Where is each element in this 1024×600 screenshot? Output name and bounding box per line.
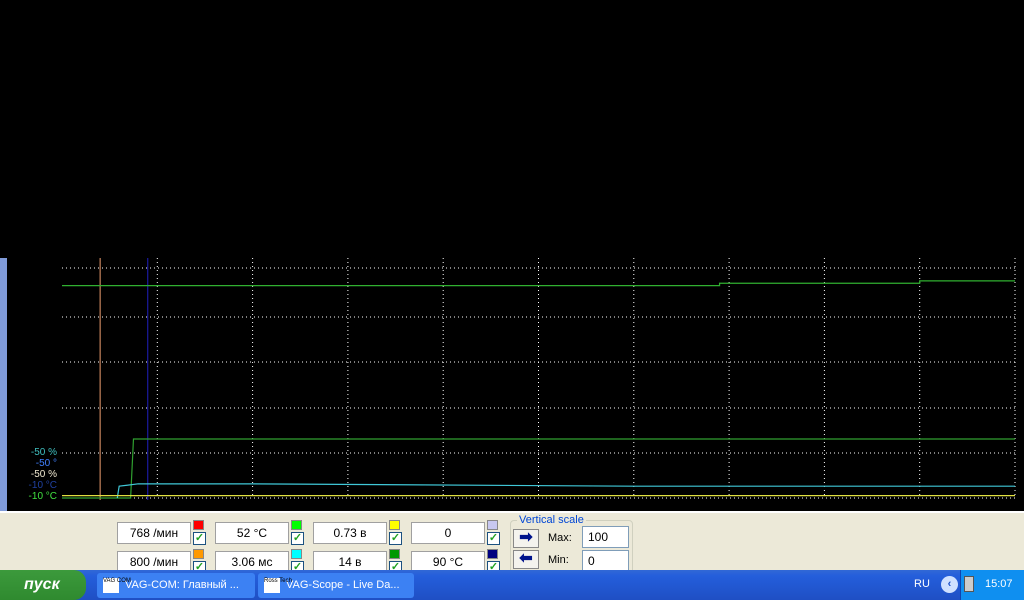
y-label-3: -50 % xyxy=(30,469,57,480)
ross-tech-icon: Ross Tech xyxy=(264,578,292,593)
channel-checkbox[interactable]: ✓ xyxy=(487,532,500,545)
channel-color-swatch[interactable] xyxy=(291,520,302,530)
value-display: 0 xyxy=(411,522,485,544)
task-vag-com[interactable]: VAG COM VAG-COM: Главный ... xyxy=(97,573,255,598)
safely-remove-hardware-icon[interactable] xyxy=(964,576,974,592)
max-label: Max: xyxy=(548,532,572,544)
series-green-upper xyxy=(62,280,1015,287)
start-button[interactable]: пуск xyxy=(0,570,86,600)
value-display: 768 /мин xyxy=(117,522,191,544)
channel-color-swatch[interactable] xyxy=(193,549,204,559)
control-panel: 768 /мин ✓ 52 °C ✓ 0.73 в ✓ 0 ✓ 800 /мин ✓ 3.… xyxy=(0,511,1024,575)
channel-color-swatch[interactable] xyxy=(389,520,400,530)
live-data-plot: -50 % -50 ° -50 % -10 °C -10 °C xyxy=(0,0,1024,511)
scale-increase-button[interactable]: ➡ xyxy=(513,529,539,548)
y-label-1: -50 % xyxy=(30,447,57,458)
min-label: Min: xyxy=(548,554,569,566)
value-display: 0.73 в xyxy=(313,522,387,544)
channel-checkbox[interactable]: ✓ xyxy=(291,532,304,545)
show-hidden-icons-button[interactable]: ‹ xyxy=(941,576,958,593)
taskbar: пуск VAG COM VAG-COM: Главный ... Ross Te… xyxy=(0,570,1024,600)
vertical-scale-title: Vertical scale xyxy=(517,514,586,526)
series-green-lower xyxy=(62,438,1015,499)
task-label: VAG-Scope - Live Da... xyxy=(286,579,400,591)
min-input[interactable]: 0 xyxy=(582,550,629,572)
channel-checkbox[interactable]: ✓ xyxy=(389,532,402,545)
vag-com-icon: VAG COM xyxy=(103,578,131,593)
language-indicator[interactable]: RU xyxy=(914,578,930,590)
channel-checkbox[interactable]: ✓ xyxy=(193,532,206,545)
task-vag-scope[interactable]: Ross Tech VAG-Scope - Live Da... xyxy=(258,573,414,598)
y-label-4: -10 °C xyxy=(28,480,57,491)
y-label-5: -10 °C xyxy=(28,491,57,502)
channel-color-swatch[interactable] xyxy=(487,549,498,559)
clock: 15:07 xyxy=(985,578,1013,590)
start-label: пуск xyxy=(24,576,60,593)
channel-color-swatch[interactable] xyxy=(487,520,498,530)
value-display: 52 °C xyxy=(215,522,289,544)
y-label-2: -50 ° xyxy=(35,458,57,469)
task-label: VAG-COM: Главный ... xyxy=(125,579,239,591)
max-input[interactable]: 100 xyxy=(582,526,629,548)
system-tray: ‹ 15:07 xyxy=(941,570,1024,600)
channel-color-swatch[interactable] xyxy=(193,520,204,530)
chart-svg xyxy=(62,258,1016,500)
window-left-border xyxy=(0,258,7,511)
scale-decrease-button[interactable]: ⬅ xyxy=(513,550,539,569)
channel-color-swatch[interactable] xyxy=(291,549,302,559)
channel-color-swatch[interactable] xyxy=(389,549,400,559)
